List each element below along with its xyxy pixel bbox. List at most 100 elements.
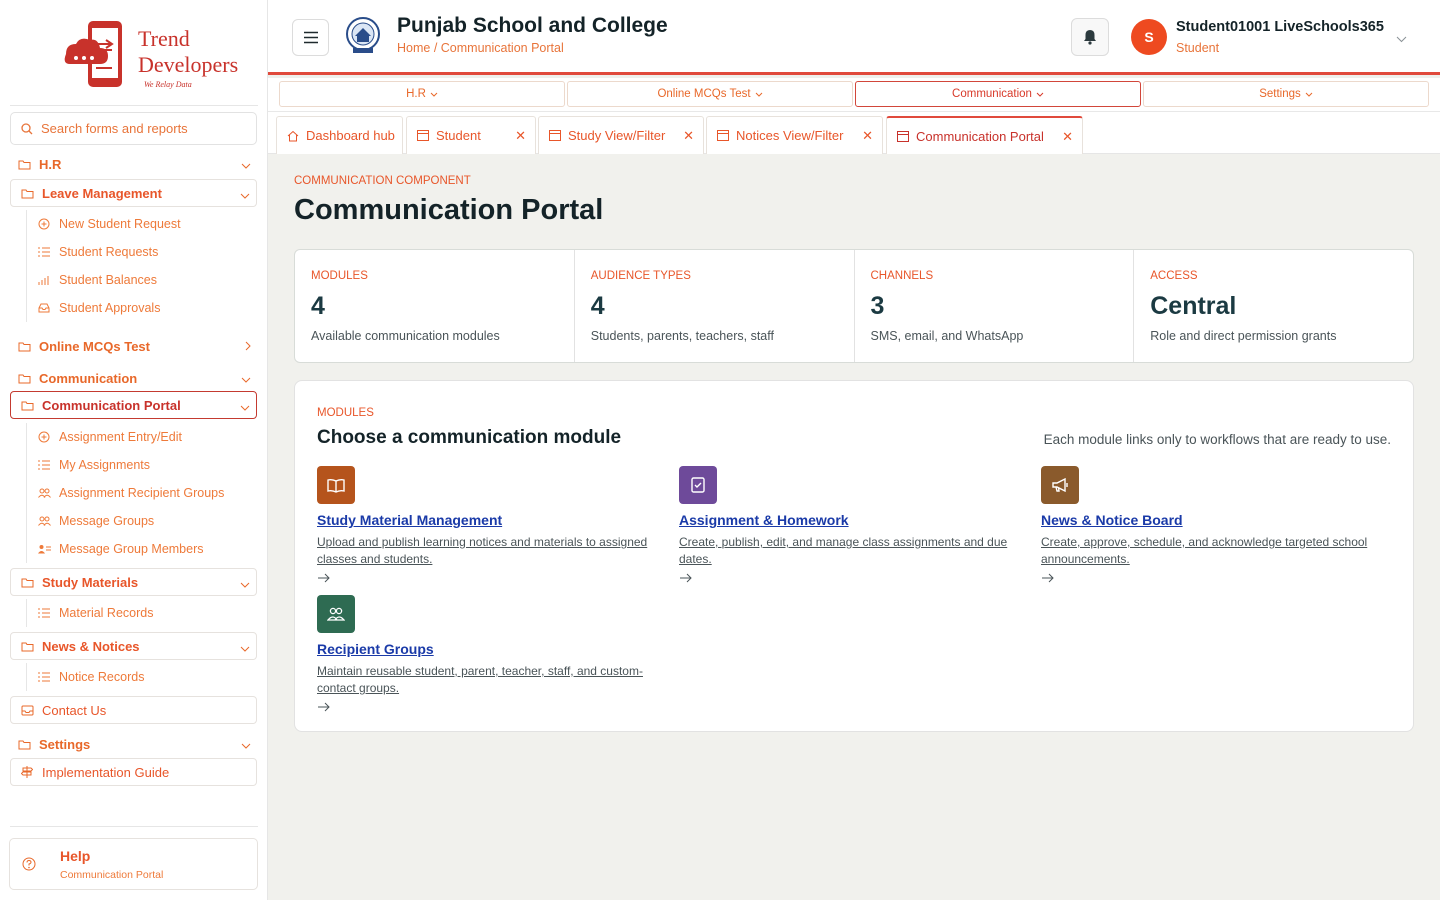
folder-icon — [16, 341, 32, 352]
top-header: Punjab School and College Home / Communi… — [268, 0, 1440, 75]
menu-toggle-button[interactable] — [292, 19, 329, 56]
sidebar-section-label: Settings — [39, 736, 91, 752]
tab-dashboard-hub[interactable]: Dashboard hub — [276, 116, 403, 154]
sidebar-subitem-label: Student Requests — [59, 245, 159, 259]
tab-notices-view-filter[interactable]: Notices View/Filter ✕ — [706, 116, 883, 154]
hamburger-icon — [303, 31, 318, 44]
chevron-down-icon — [241, 737, 251, 752]
menu-label: Settings — [1259, 88, 1301, 100]
window-icon — [897, 130, 909, 142]
sidebar-subitem-message-group-members[interactable]: Message Group Members — [26, 535, 256, 563]
sidebar-section-online-mcqs[interactable]: Online MCQs Test — [10, 332, 257, 360]
stats-panel: MODULES 4 Available communication module… — [294, 249, 1414, 363]
module-title-link[interactable]: Assignment & Homework — [679, 512, 1029, 528]
sidebar-section-label: H.R — [39, 156, 62, 172]
menu-online-mcqs[interactable]: Online MCQs Test — [567, 81, 853, 107]
arrow-right-icon[interactable] — [1041, 570, 1391, 588]
help-title: Help — [60, 848, 91, 864]
user-name[interactable]: Student01001 LiveSchools365 — [1176, 19, 1384, 35]
sidebar-item-communication-portal[interactable]: Communication Portal — [10, 391, 257, 419]
sidebar-subitem-new-student-request[interactable]: New Student Request — [26, 210, 256, 238]
sidebar-item-study-materials[interactable]: Study Materials — [10, 568, 257, 596]
stat-label: MODULES — [311, 270, 368, 282]
chevron-down-icon — [755, 92, 762, 97]
module-title-link[interactable]: Recipient Groups — [317, 641, 667, 657]
tab-study-view-filter[interactable]: Study View/Filter ✕ — [538, 116, 704, 154]
module-card-assignment-homework[interactable]: Assignment & Homework Create, publish, e… — [679, 466, 1029, 588]
sidebar-section-label: Online MCQs Test — [39, 338, 150, 354]
search-input[interactable]: Search forms and reports — [10, 112, 257, 145]
signpost-icon — [19, 766, 35, 778]
module-card-recipient-groups[interactable]: Recipient Groups Maintain reusable stude… — [317, 595, 667, 717]
plus-circle-icon — [37, 218, 51, 230]
sidebar-section-hr[interactable]: H.R — [10, 150, 257, 178]
sidebar-subitem-student-requests[interactable]: Student Requests — [26, 238, 256, 266]
tab-student[interactable]: Student ✕ — [406, 116, 536, 154]
close-icon[interactable]: ✕ — [862, 128, 873, 144]
module-card-study-material[interactable]: Study Material Management Upload and pub… — [317, 466, 667, 588]
module-description[interactable]: Maintain reusable student, parent, teach… — [317, 663, 667, 697]
menu-settings[interactable]: Settings — [1143, 81, 1429, 107]
menu-hr[interactable]: H.R — [279, 81, 565, 107]
sidebar-item-contact-us[interactable]: Contact Us — [10, 696, 257, 724]
modules-eyebrow: MODULES — [317, 407, 374, 419]
bell-icon — [1084, 30, 1096, 45]
tab-communication-portal[interactable]: Communication Portal ✕ — [886, 116, 1083, 154]
chevron-down-icon[interactable] — [1396, 30, 1407, 48]
module-description[interactable]: Create, publish, edit, and manage class … — [679, 534, 1029, 568]
sidebar-section-communication[interactable]: Communication — [10, 364, 257, 392]
close-icon[interactable]: ✕ — [515, 128, 526, 144]
tab-label: Communication Portal — [916, 128, 1044, 144]
chevron-down-icon — [240, 640, 250, 655]
sidebar-subitem-label: Student Approvals — [59, 301, 161, 315]
megaphone-icon — [1041, 466, 1079, 504]
school-name: Punjab School and College — [397, 14, 668, 37]
chevron-right-icon — [245, 339, 251, 354]
avatar[interactable]: S — [1131, 19, 1167, 55]
sidebar: Trend Developers We Relay Data Search fo… — [0, 0, 268, 900]
sidebar-subitem-student-balances[interactable]: Student Balances — [26, 266, 256, 294]
window-icon — [717, 130, 729, 141]
sidebar-section-settings[interactable]: Settings — [10, 730, 257, 758]
close-icon[interactable]: ✕ — [683, 128, 694, 144]
module-description[interactable]: Upload and publish learning notices and … — [317, 534, 667, 568]
close-icon[interactable]: ✕ — [1062, 129, 1073, 145]
sidebar-subitem-my-assignments[interactable]: My Assignments — [26, 451, 256, 479]
sidebar-item-implementation-guide[interactable]: Implementation Guide — [10, 758, 257, 786]
module-title-link[interactable]: Study Material Management — [317, 512, 667, 528]
stat-description: SMS, email, and WhatsApp — [870, 329, 1024, 343]
chevron-down-icon — [240, 576, 250, 591]
sidebar-subitem-material-records[interactable]: Material Records — [26, 599, 256, 627]
module-description[interactable]: Create, approve, schedule, and acknowled… — [1041, 534, 1391, 568]
home-icon — [287, 130, 299, 142]
brand-line2: Developers — [138, 52, 239, 77]
module-card-news-notice-board[interactable]: News & Notice Board Create, approve, sch… — [1041, 466, 1391, 588]
arrow-right-icon[interactable] — [317, 699, 667, 717]
sidebar-subitem-assignment-recipient-groups[interactable]: Assignment Recipient Groups — [26, 479, 256, 507]
module-title-link[interactable]: News & Notice Board — [1041, 512, 1391, 528]
chevron-down-icon — [241, 157, 251, 172]
arrow-right-icon[interactable] — [317, 570, 667, 588]
notifications-button[interactable] — [1071, 18, 1109, 56]
sidebar-item-leave-management[interactable]: Leave Management — [10, 179, 257, 207]
sidebar-section-label: Communication — [39, 370, 138, 386]
sidebar-item-news-notices[interactable]: News & Notices — [10, 632, 257, 660]
window-icon — [417, 130, 429, 141]
sidebar-subitem-student-approvals[interactable]: Student Approvals — [26, 294, 256, 322]
sidebar-subitem-assignment-entry[interactable]: Assignment Entry/Edit — [26, 423, 256, 451]
checklist-icon — [679, 466, 717, 504]
breadcrumb[interactable]: Home / Communication Portal — [397, 41, 564, 55]
chevron-down-icon — [1305, 92, 1313, 97]
page-eyebrow: COMMUNICATION COMPONENT — [294, 175, 471, 187]
sidebar-subitem-notice-records[interactable]: Notice Records — [26, 663, 256, 691]
divider — [10, 105, 258, 106]
menu-communication[interactable]: Communication — [855, 81, 1141, 107]
sidebar-subitem-label: Message Group Members — [59, 542, 204, 556]
people-icon — [37, 516, 51, 526]
bar-chart-icon — [37, 275, 51, 285]
menu-label: Online MCQs Test — [657, 88, 751, 100]
arrow-right-icon[interactable] — [679, 570, 1029, 588]
brand-logo[interactable]: Trend Developers We Relay Data — [58, 18, 238, 92]
sidebar-subitem-message-groups[interactable]: Message Groups — [26, 507, 256, 535]
help-card[interactable]: Help Communication Portal — [9, 838, 258, 890]
